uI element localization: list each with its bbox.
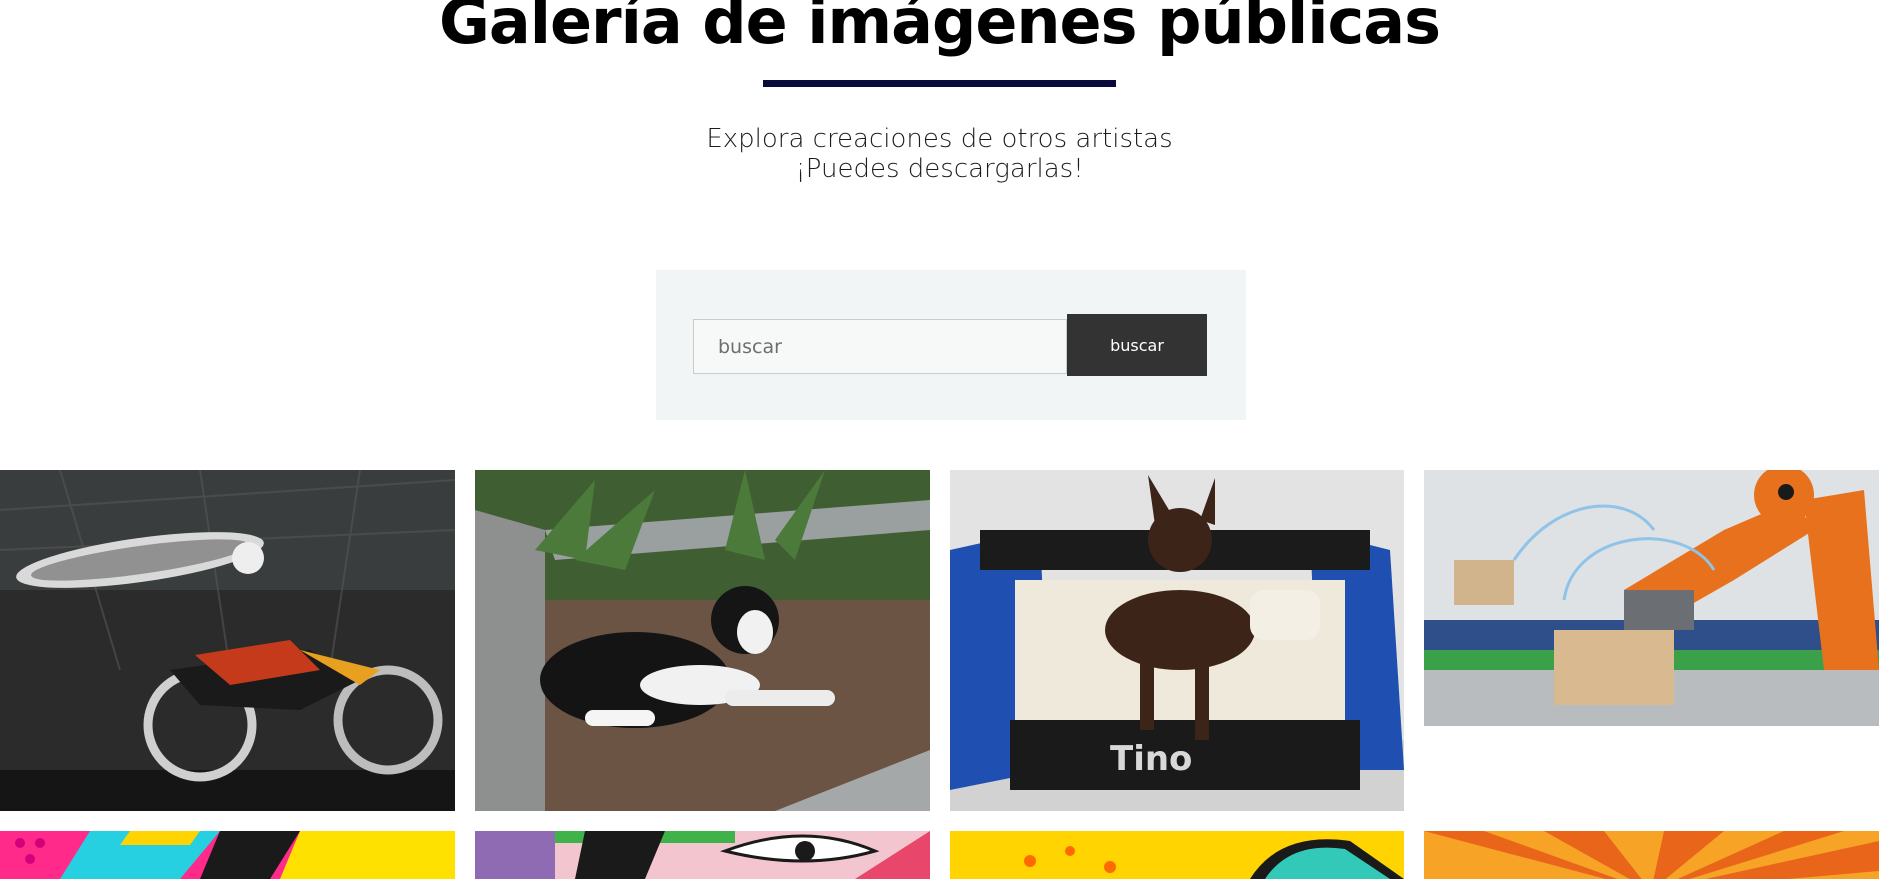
page-subtitle: Explora creaciones de otros artistas ¡Pu… [0,124,1879,184]
gallery-image-pop-art-1[interactable] [0,831,455,879]
robot-arm-image [1424,470,1879,726]
dog-garden-image [475,470,930,811]
gallery-image-sunburst[interactable] [1424,831,1879,879]
pop-art-yellow-image [950,831,1404,879]
sunburst-image [1424,831,1879,879]
gallery-image-pop-art-eye[interactable] [475,831,930,879]
search-button[interactable]: buscar [1067,314,1207,376]
subtitle-line-2: ¡Puedes descargarlas! [795,154,1084,184]
dog-bed-image: Tino [950,470,1404,811]
gallery-image-pop-art-yellow[interactable] [950,831,1404,879]
pop-art-pattern-image [0,831,455,879]
search-input[interactable] [693,319,1067,374]
page-title: Galería de imágenes públicas [439,0,1441,58]
search-panel: buscar [656,270,1246,420]
gallery-image-dog-bed[interactable]: Tino [950,470,1404,811]
pop-art-eye-image [475,831,930,879]
motocross-image [0,470,455,811]
title-underline [763,80,1116,87]
bed-name-text: Tino [1110,739,1192,779]
subtitle-line-1: Explora creaciones de otros artistas [706,124,1173,154]
gallery-image-robot-arm[interactable] [1424,470,1879,726]
gallery-image-motocross[interactable] [0,470,455,811]
gallery-image-dog-garden[interactable] [475,470,930,811]
